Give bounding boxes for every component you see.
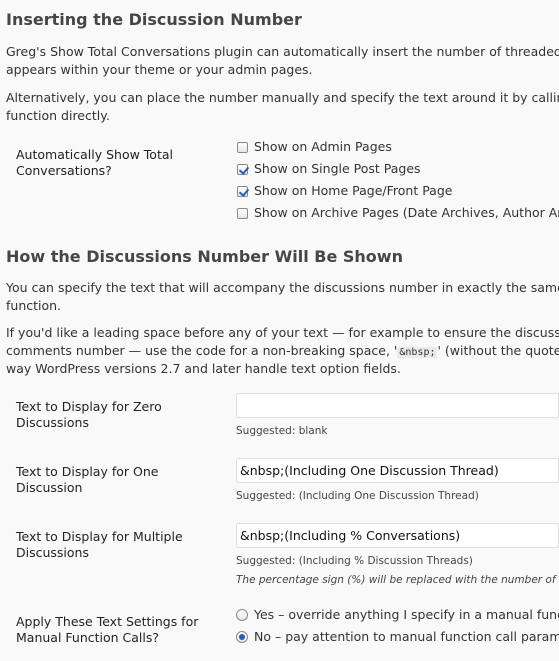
one-discussion-label: Text to Display for One Discussion [16, 464, 159, 495]
section-heading-how-shown: How the Discussions Number Will Be Shown [6, 247, 403, 266]
intro-paragraph-line: Greg's Show Total Conversations plugin c… [6, 44, 559, 59]
alt-paragraph-line: function directly. [6, 108, 110, 123]
specify-paragraph-line: You can specify the text that will accom… [6, 280, 559, 295]
option-admin-pages[interactable]: Show on Admin Pages [237, 139, 392, 155]
zero-suggested-hint: Suggested: blank [236, 425, 328, 437]
checkbox-archive-pages[interactable] [237, 207, 248, 219]
one-discussion-input[interactable]: &nbsp;(Including One Discussion Thread) [236, 458, 559, 483]
specify-paragraph-line: function. [6, 298, 62, 313]
auto-show-label: Automatically Show Total Conversations? [16, 147, 173, 178]
checkbox-admin-pages[interactable] [237, 141, 248, 153]
option-label: Show on Home Page/Front Page [254, 183, 453, 198]
radio-yes[interactable] [236, 609, 248, 621]
option-label: Show on Admin Pages [254, 139, 392, 154]
one-suggested-hint: Suggested: (Including One Discussion Thr… [236, 490, 479, 502]
section-heading-inserting: Inserting the Discussion Number [6, 10, 302, 29]
checkbox-home-page[interactable] [237, 185, 248, 197]
apply-option-yes[interactable]: Yes – override anything I specify in a m… [236, 607, 559, 623]
space-paragraph-line: comments number — use the code for a non… [6, 342, 559, 362]
option-label: Show on Single Post Pages [254, 161, 421, 176]
multiple-discussions-label: Text to Display for Multiple Discussions [16, 529, 183, 560]
multiple-discussions-input[interactable]: &nbsp;(Including % Conversations) [236, 523, 559, 548]
zero-discussions-label: Text to Display for Zero Discussions [16, 399, 162, 430]
percentage-note: The percentage sign (%) will be replaced… [236, 574, 556, 586]
settings-page: Inserting the Discussion Number Greg's S… [0, 0, 559, 661]
space-paragraph-text: comments number — use the code for a non… [6, 343, 398, 358]
apply-option-no[interactable]: No – pay attention to manual function ca… [236, 629, 559, 645]
multiple-suggested-hint: Suggested: (Including % Discussion Threa… [236, 555, 473, 567]
option-archive-pages[interactable]: Show on Archive Pages (Date Archives, Au… [237, 205, 559, 221]
space-paragraph-line: way WordPress versions 2.7 and later han… [6, 361, 401, 376]
space-paragraph-text: ' (without the quotes), t [437, 343, 559, 358]
radio-no[interactable] [236, 631, 248, 643]
space-paragraph-line: If you'd like a leading space before any… [6, 325, 559, 340]
alt-paragraph-line: Alternatively, you can place the number … [6, 90, 559, 105]
zero-discussions-input[interactable] [236, 393, 559, 418]
radio-label: Yes – override anything I specify in a m… [254, 607, 559, 622]
option-label: Show on Archive Pages (Date Archives, Au… [254, 205, 559, 220]
nbsp-code: &nbsp; [397, 347, 438, 358]
option-single-post-pages[interactable]: Show on Single Post Pages [237, 161, 421, 177]
apply-settings-label: Apply These Text Settings for Manual Fun… [16, 614, 199, 645]
intro-paragraph-line: appears within your theme or your admin … [6, 62, 313, 77]
option-home-page[interactable]: Show on Home Page/Front Page [237, 183, 452, 199]
radio-label: No – pay attention to manual function ca… [254, 629, 559, 644]
checkbox-single-post-pages[interactable] [237, 163, 248, 175]
